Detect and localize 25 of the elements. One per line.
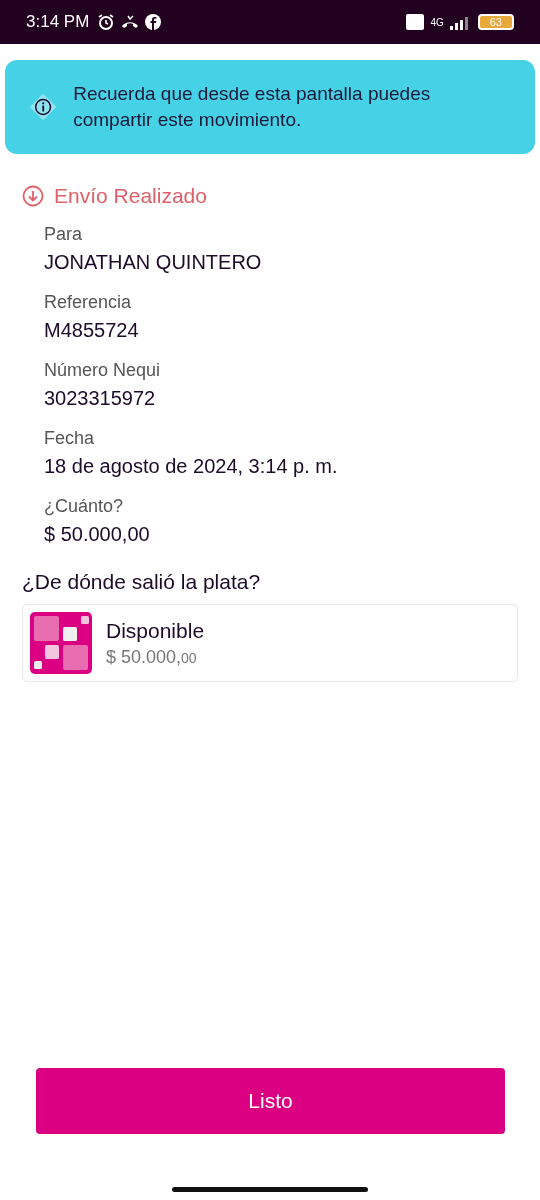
- alarm-clock-icon: [97, 13, 116, 31]
- field-label: Para: [44, 224, 84, 245]
- field-value: $ 50.000,00: [44, 523, 151, 546]
- home-indicator[interactable]: [172, 1187, 368, 1192]
- field-value: 18 de agosto de 2024, 3:14 p. m.: [44, 455, 339, 478]
- field-label: Número Nequi: [44, 360, 162, 381]
- field-label: ¿Cuánto?: [44, 496, 125, 517]
- section-heading: ¿De dónde salió la plata?: [22, 570, 262, 594]
- pocket-logo-icon: [30, 612, 92, 674]
- facebook-icon: [145, 14, 162, 30]
- done-button[interactable]: Listo: [36, 1068, 505, 1134]
- account-name: Disponible: [106, 618, 205, 643]
- account-card[interactable]: Disponible $ 50.000,00: [22, 604, 518, 682]
- field-value: M4855724: [44, 319, 140, 342]
- field-label: Referencia: [44, 292, 133, 313]
- field-label: Fecha: [44, 428, 96, 449]
- status-label: Envío Realizado: [54, 184, 207, 208]
- network-type: 4G: [430, 16, 444, 28]
- account-balance: $ 50.000,00: [106, 646, 198, 668]
- field-value: 3023315972: [44, 387, 157, 410]
- missed-call-icon: [121, 15, 140, 29]
- toast-message: Recuerda que desde esta pantalla puedes compartir este movimiento.: [73, 82, 432, 132]
- field-value: JONATHAN QUINTERO: [44, 251, 263, 274]
- status-time: 3:14 PM: [26, 12, 90, 32]
- battery-indicator: 63: [477, 14, 514, 30]
